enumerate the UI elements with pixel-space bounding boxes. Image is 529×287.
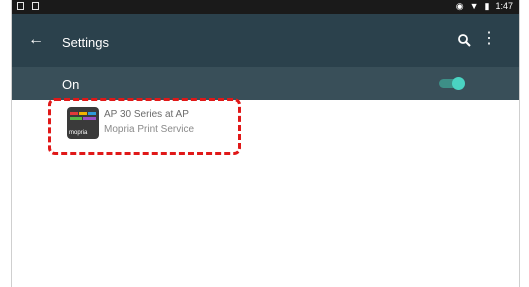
status-time: 1:47	[495, 1, 513, 11]
app-icon-text: mopria	[69, 130, 88, 136]
toggle-thumb[interactable]	[452, 77, 465, 90]
toolbar: ← Settings ⋮	[12, 14, 519, 67]
mopria-app-icon: mopria	[67, 107, 99, 139]
printer-name: AP 30 Series at AP	[104, 109, 189, 120]
page-title: Settings	[62, 35, 109, 50]
service-toggle-row[interactable]: On	[12, 67, 519, 100]
wifi-icon: ▼	[469, 1, 479, 11]
printer-list-item[interactable]: mopria AP 30 Series at AP Mopria Print S…	[67, 107, 237, 141]
notification-icon	[32, 2, 39, 10]
battery-icon: ▮	[484, 1, 490, 11]
status-bar: ◉ ▼ ▮ 1:47	[12, 0, 519, 14]
more-vert-icon[interactable]: ⋮	[481, 30, 497, 48]
search-icon[interactable]	[457, 33, 471, 47]
arrow-back-icon[interactable]: ←	[28, 31, 44, 49]
vpn-key-icon: ◉	[455, 1, 464, 11]
toggle-label: On	[62, 77, 80, 92]
printer-service: Mopria Print Service	[104, 124, 195, 135]
device-screen: ◉ ▼ ▮ 1:47 ← Settings ⋮ On mopria AP 30 …	[11, 0, 520, 287]
notification-icon	[17, 2, 24, 10]
